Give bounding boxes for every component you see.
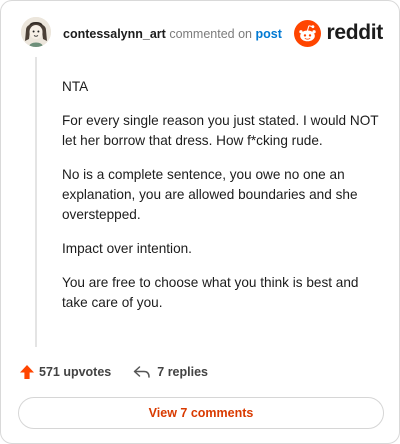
reddit-wordmark: reddit xyxy=(326,21,383,44)
comment-paragraph: For every single reason you just stated.… xyxy=(62,113,379,148)
comment-action-text: commented on xyxy=(169,27,252,41)
comment-paragraph: No is a complete sentence, you owe no on… xyxy=(62,167,358,222)
replies-count: 7 replies xyxy=(157,365,208,379)
reply-arrow-icon xyxy=(134,366,151,378)
post-link[interactable]: post xyxy=(255,27,281,41)
upvotes-count: 571 upvotes xyxy=(39,365,112,379)
comment-paragraph: Impact over intention. xyxy=(62,241,192,256)
comment-paragraph: You are free to choose what you think is… xyxy=(62,275,359,310)
replies-stat[interactable]: 7 replies xyxy=(133,365,208,379)
user-avatar[interactable] xyxy=(21,17,51,47)
thread-line xyxy=(35,57,37,347)
comment-header: contessalynn_art commented on post reddi… xyxy=(19,15,383,55)
reddit-logo[interactable]: reddit xyxy=(294,19,383,47)
comment-body: NTA For every single reason you just sta… xyxy=(62,77,380,327)
comment-footer: 571 upvotes 7 replies xyxy=(19,361,208,383)
view-comments-button[interactable]: View 7 comments xyxy=(18,397,384,429)
comment-byline: contessalynn_art commented on post xyxy=(63,27,282,41)
username-link[interactable]: contessalynn_art xyxy=(63,27,166,41)
reddit-snoo-icon xyxy=(294,19,322,47)
avatar-icon xyxy=(21,17,51,47)
upvote-arrow-icon xyxy=(20,365,34,379)
comment-card: contessalynn_art commented on post reddi… xyxy=(0,0,400,444)
comment-paragraph: NTA xyxy=(62,79,89,94)
upvotes-stat[interactable]: 571 upvotes xyxy=(19,364,111,380)
